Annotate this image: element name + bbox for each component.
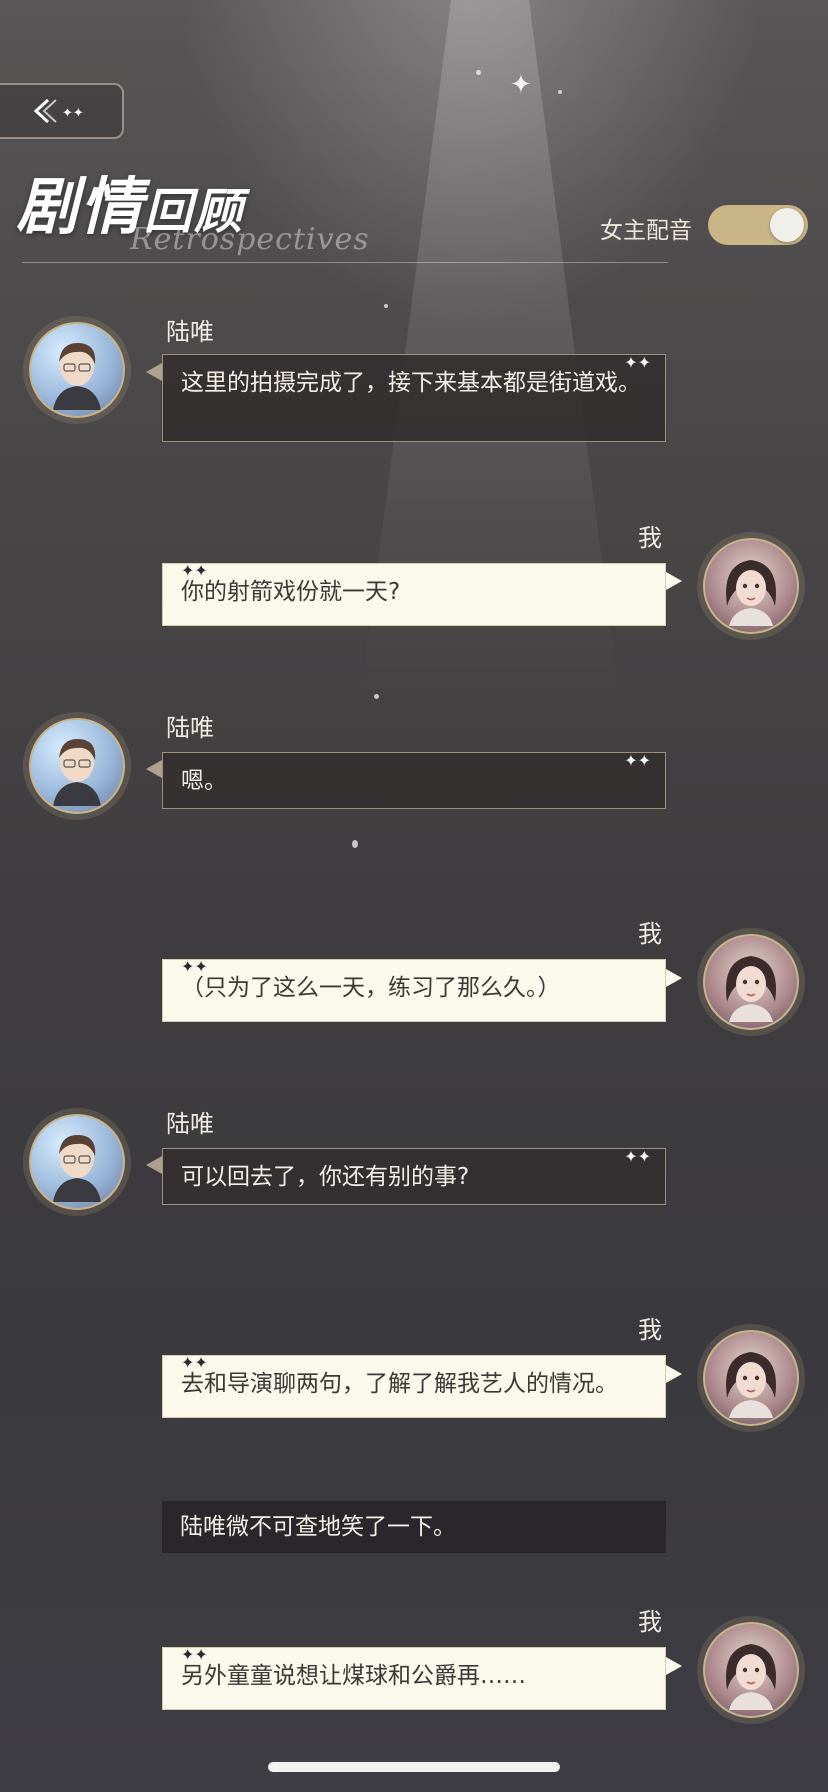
message-bubble: 你的射箭戏份就一天? ✦✦ (162, 561, 666, 626)
avatar-luwei[interactable] (29, 718, 125, 814)
message-text: 你的射箭戏份就一天? (181, 579, 401, 605)
home-indicator[interactable] (268, 1762, 560, 1772)
star-dot (384, 304, 388, 308)
avatar-player[interactable] (703, 538, 799, 634)
star-dot (476, 70, 481, 75)
bubble-tail (146, 363, 162, 381)
heroine-voice-toggle[interactable] (708, 205, 808, 245)
title-divider (22, 262, 668, 263)
message-bubble: （只为了这么一天，练习了那么久。） ✦✦ (162, 957, 666, 1022)
sparkle-icon: ✦✦ (624, 1147, 651, 1166)
message-bubble: 去和导演聊两句，了解了解我艺人的情况。 ✦✦ (162, 1353, 666, 1418)
page-subtitle: Retrospectives (130, 222, 370, 257)
avatar-portrait-icon (726, 956, 776, 1022)
sparkle-icon: ✦✦ (624, 751, 651, 770)
avatar-player[interactable] (703, 1622, 799, 1718)
avatar-luwei[interactable] (29, 1114, 125, 1210)
message-text: 嗯。 (181, 768, 227, 794)
avatar-portrait-icon (53, 738, 101, 806)
star-dot (352, 840, 358, 848)
toggle-knob (770, 208, 804, 242)
bubble-tail (146, 760, 162, 778)
message-bubble: 嗯。 ✦✦ (162, 751, 666, 809)
message-text: 另外童童说想让煤球和公爵再…… (181, 1663, 526, 1689)
sparkle-icon: ✦✦ (624, 353, 651, 372)
avatar-portrait-icon (726, 560, 776, 626)
speaker-name: 陆唯 (166, 714, 214, 742)
message-bubble: 另外童童说想让煤球和公爵再…… ✦✦ (162, 1645, 666, 1710)
avatar-portrait-icon (53, 342, 101, 410)
speaker-name: 我 (638, 1316, 662, 1344)
sparkle-icon: ✦✦ (181, 957, 208, 976)
message-text: 这里的拍摄完成了，接下来基本都是街道戏。 (181, 370, 641, 396)
sparkle-icon: ✦✦ (181, 1645, 208, 1664)
bubble-tail (666, 572, 682, 590)
avatar-portrait-icon (726, 1352, 776, 1418)
speaker-name: 陆唯 (166, 1110, 214, 1138)
speaker-name: 陆唯 (166, 318, 214, 346)
back-arrow-icon: ✦✦ (33, 98, 84, 124)
message-bubble: 这里的拍摄完成了，接下来基本都是街道戏。 ✦✦ (162, 353, 666, 442)
message-text: （只为了这么一天，练习了那么久。） (181, 975, 561, 1001)
star-dot (374, 694, 379, 699)
avatar-portrait-icon (726, 1644, 776, 1710)
svg-text:✦✦: ✦✦ (62, 106, 84, 121)
avatar-player[interactable] (703, 1330, 799, 1426)
heroine-voice-label: 女主配音 (600, 218, 692, 244)
avatar-luwei[interactable] (29, 322, 125, 418)
narration-text: 陆唯微不可查地笑了一下。 (180, 1514, 456, 1540)
message-text: 可以回去了，你还有别的事? (181, 1164, 470, 1190)
back-button[interactable]: ✦✦ (0, 83, 124, 139)
message-bubble: 可以回去了，你还有别的事? ✦✦ (162, 1147, 666, 1205)
bubble-tail (146, 1156, 162, 1174)
bubble-tail (666, 1657, 682, 1675)
speaker-name: 我 (638, 1608, 662, 1636)
bubble-tail (666, 1365, 682, 1383)
bubble-tail (666, 969, 682, 987)
speaker-name: 我 (638, 524, 662, 552)
avatar-portrait-icon (53, 1134, 101, 1202)
speaker-name: 我 (638, 920, 662, 948)
sparkle-icon: ✦ (510, 70, 532, 100)
star-dot (558, 90, 562, 94)
message-text: 去和导演聊两句，了解了解我艺人的情况。 (181, 1371, 618, 1397)
sparkle-icon: ✦✦ (181, 1353, 208, 1372)
page-title-main: 剧情 (16, 170, 145, 243)
avatar-player[interactable] (703, 934, 799, 1030)
narration-box: 陆唯微不可查地笑了一下。 (162, 1501, 666, 1553)
sparkle-icon: ✦✦ (181, 561, 208, 580)
